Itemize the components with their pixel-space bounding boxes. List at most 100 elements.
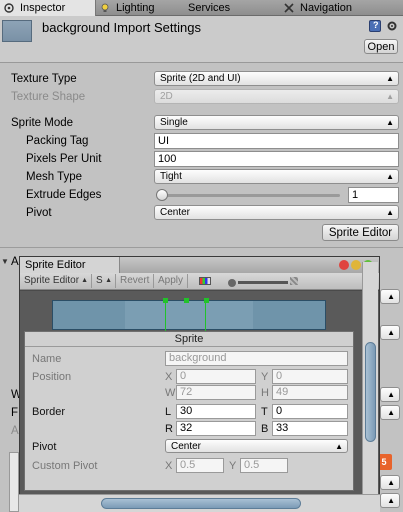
minimize-window-icon[interactable] [351,260,361,270]
name-field[interactable]: background [165,351,348,366]
position-label: Position [32,371,72,383]
position-x-field[interactable]: 0 [176,369,256,384]
vertical-scrollbar[interactable] [362,262,378,494]
sprite-editor-button[interactable]: Sprite Editor [322,224,399,241]
border-handle[interactable] [184,298,189,303]
hidden-dropdown[interactable]: ▲ [380,289,400,304]
hidden-dropdown[interactable]: ▲ [380,493,400,508]
dropdown-value: 2D [160,91,173,102]
dropdown-value: Center [171,441,202,452]
hidden-row-label: F [11,407,19,419]
y-label: Y [261,371,269,383]
border-left-field[interactable]: 30 [176,404,256,419]
mesh-type-label: Mesh Type [26,171,83,183]
pixels-per-unit-field[interactable]: 100 [154,151,399,167]
navigation-icon [284,3,294,13]
t-label: T [261,406,268,418]
packing-tag-field[interactable]: UI [154,133,399,149]
texture-type-dropdown[interactable]: Sprite (2D and UI) ▲​ [154,71,399,86]
sprite-preview [52,298,326,331]
tab-inspector[interactable]: Inspector [0,0,96,16]
tab-label: Inspector [20,2,66,14]
extrude-edges-slider-track[interactable] [158,194,340,197]
dropdown-value: Sprite (2D and UI) [160,73,241,84]
revert-button[interactable]: Revert [116,274,154,288]
dropdown-arrow-icon: ▲ [387,478,395,487]
open-button[interactable]: Open [364,39,398,54]
slice-dropdown[interactable]: S ▲ [92,274,116,288]
sprite-editor-toolbar: Sprite Editor ▲ S ▲ Revert Apply [20,273,379,290]
custom-pivot-x-field[interactable]: 0.5 [176,458,224,473]
pivot-dropdown[interactable]: Center ▲ [154,205,399,220]
hidden-panel-edge [9,452,19,512]
mesh-type-dropdown[interactable]: Tight ▲ [154,169,399,184]
horizontal-scrollbar[interactable] [19,494,380,512]
sprite-properties-panel: Sprite Name background Position X 0 Y 0 … [24,331,354,491]
sprite-mode-dropdown[interactable]: Single ▲ [154,115,399,130]
border-handle[interactable] [204,298,209,303]
inspector-icon [4,3,14,13]
hidden-dropdown[interactable]: ▲ [380,405,400,420]
page-title: background Import Settings [42,20,201,35]
dropdown-value: Single [160,117,188,128]
border-bottom-field[interactable]: 33 [272,421,348,436]
x-label: X [165,371,173,383]
dropdown-value: Tight [160,171,182,182]
sprite-canvas[interactable]: Sprite Name background Position X 0 Y 0 … [20,291,379,496]
sprite-editor-tab[interactable]: Sprite Editor [20,257,120,273]
custom-pivot-y-field[interactable]: 0.5 [240,458,288,473]
extrude-edges-field[interactable]: 1 [348,187,399,203]
dropdown-value: Center [160,207,191,218]
dropdown-value: Sprite Editor [24,275,80,286]
custom-x-label: X [165,460,173,472]
settings-gear-icon[interactable] [386,20,398,32]
packing-tag-label: Packing Tag [26,135,89,147]
tab-services[interactable]: Services [176,0,274,16]
border-handle[interactable] [163,298,168,303]
color-channel-icon[interactable] [199,277,211,285]
hidden-dropdown[interactable]: ▲ [380,475,400,490]
sprite-pivot-dropdown[interactable]: Center ▲ [165,439,348,453]
texture-shape-label: Texture Shape [11,91,86,103]
extrude-edges-slider-thumb[interactable] [156,189,168,201]
horizontal-scroll-thumb[interactable] [101,498,301,509]
tab-lighting[interactable]: Lighting [96,0,176,16]
editor-mode-dropdown[interactable]: Sprite Editor ▲ [20,274,92,288]
dropdown-arrow-icon: ▲ [387,408,395,417]
close-window-icon[interactable] [339,260,349,270]
tab-label: Navigation [300,2,352,14]
pixels-per-unit-label: Pixels Per Unit [26,153,102,165]
dropdown-arrow-icon: ▲ [387,328,395,337]
zoom-slider-track[interactable] [238,281,288,284]
hidden-dropdown[interactable]: ▲ [380,325,400,340]
border-guide-lines[interactable] [165,299,206,331]
hidden-dropdown[interactable]: ▲ [380,387,400,402]
vertical-scroll-thumb[interactable] [365,342,376,442]
foldout-arrow-icon[interactable]: ▼ [1,257,9,266]
custom-pivot-label: Custom Pivot [32,460,98,472]
apply-button[interactable]: Apply [154,274,188,288]
texture-thumbnail [2,20,32,42]
b-label: B [261,423,269,435]
panel-title: Sprite [25,332,353,347]
width-field[interactable]: 72 [176,385,256,400]
name-label: Name [32,353,62,365]
l-label: L [165,406,172,418]
border-right-field[interactable]: 32 [176,421,256,436]
tab-label: Services [188,2,231,14]
h-label: H [261,387,269,399]
zoom-out-icon [228,279,236,287]
help-icon[interactable]: ? [369,20,381,32]
sprite-editor-titlebar[interactable]: Sprite Editor [20,257,379,273]
height-field[interactable]: 49 [272,385,348,400]
tab-navigation[interactable]: Navigation [280,0,403,16]
border-top-field[interactable]: 0 [272,404,348,419]
r-label: R [165,423,173,435]
dropdown-arrow-icon: ▲ [387,496,395,505]
border-label: Border [32,406,66,418]
position-y-field[interactable]: 0 [272,369,348,384]
tab-label: Lighting [116,2,155,14]
dropdown-arrow-icon: ▲ [81,277,88,284]
dropdown-arrow-icon: ▲ [386,92,394,101]
dropdown-arrow-icon: ▲ [387,292,395,301]
